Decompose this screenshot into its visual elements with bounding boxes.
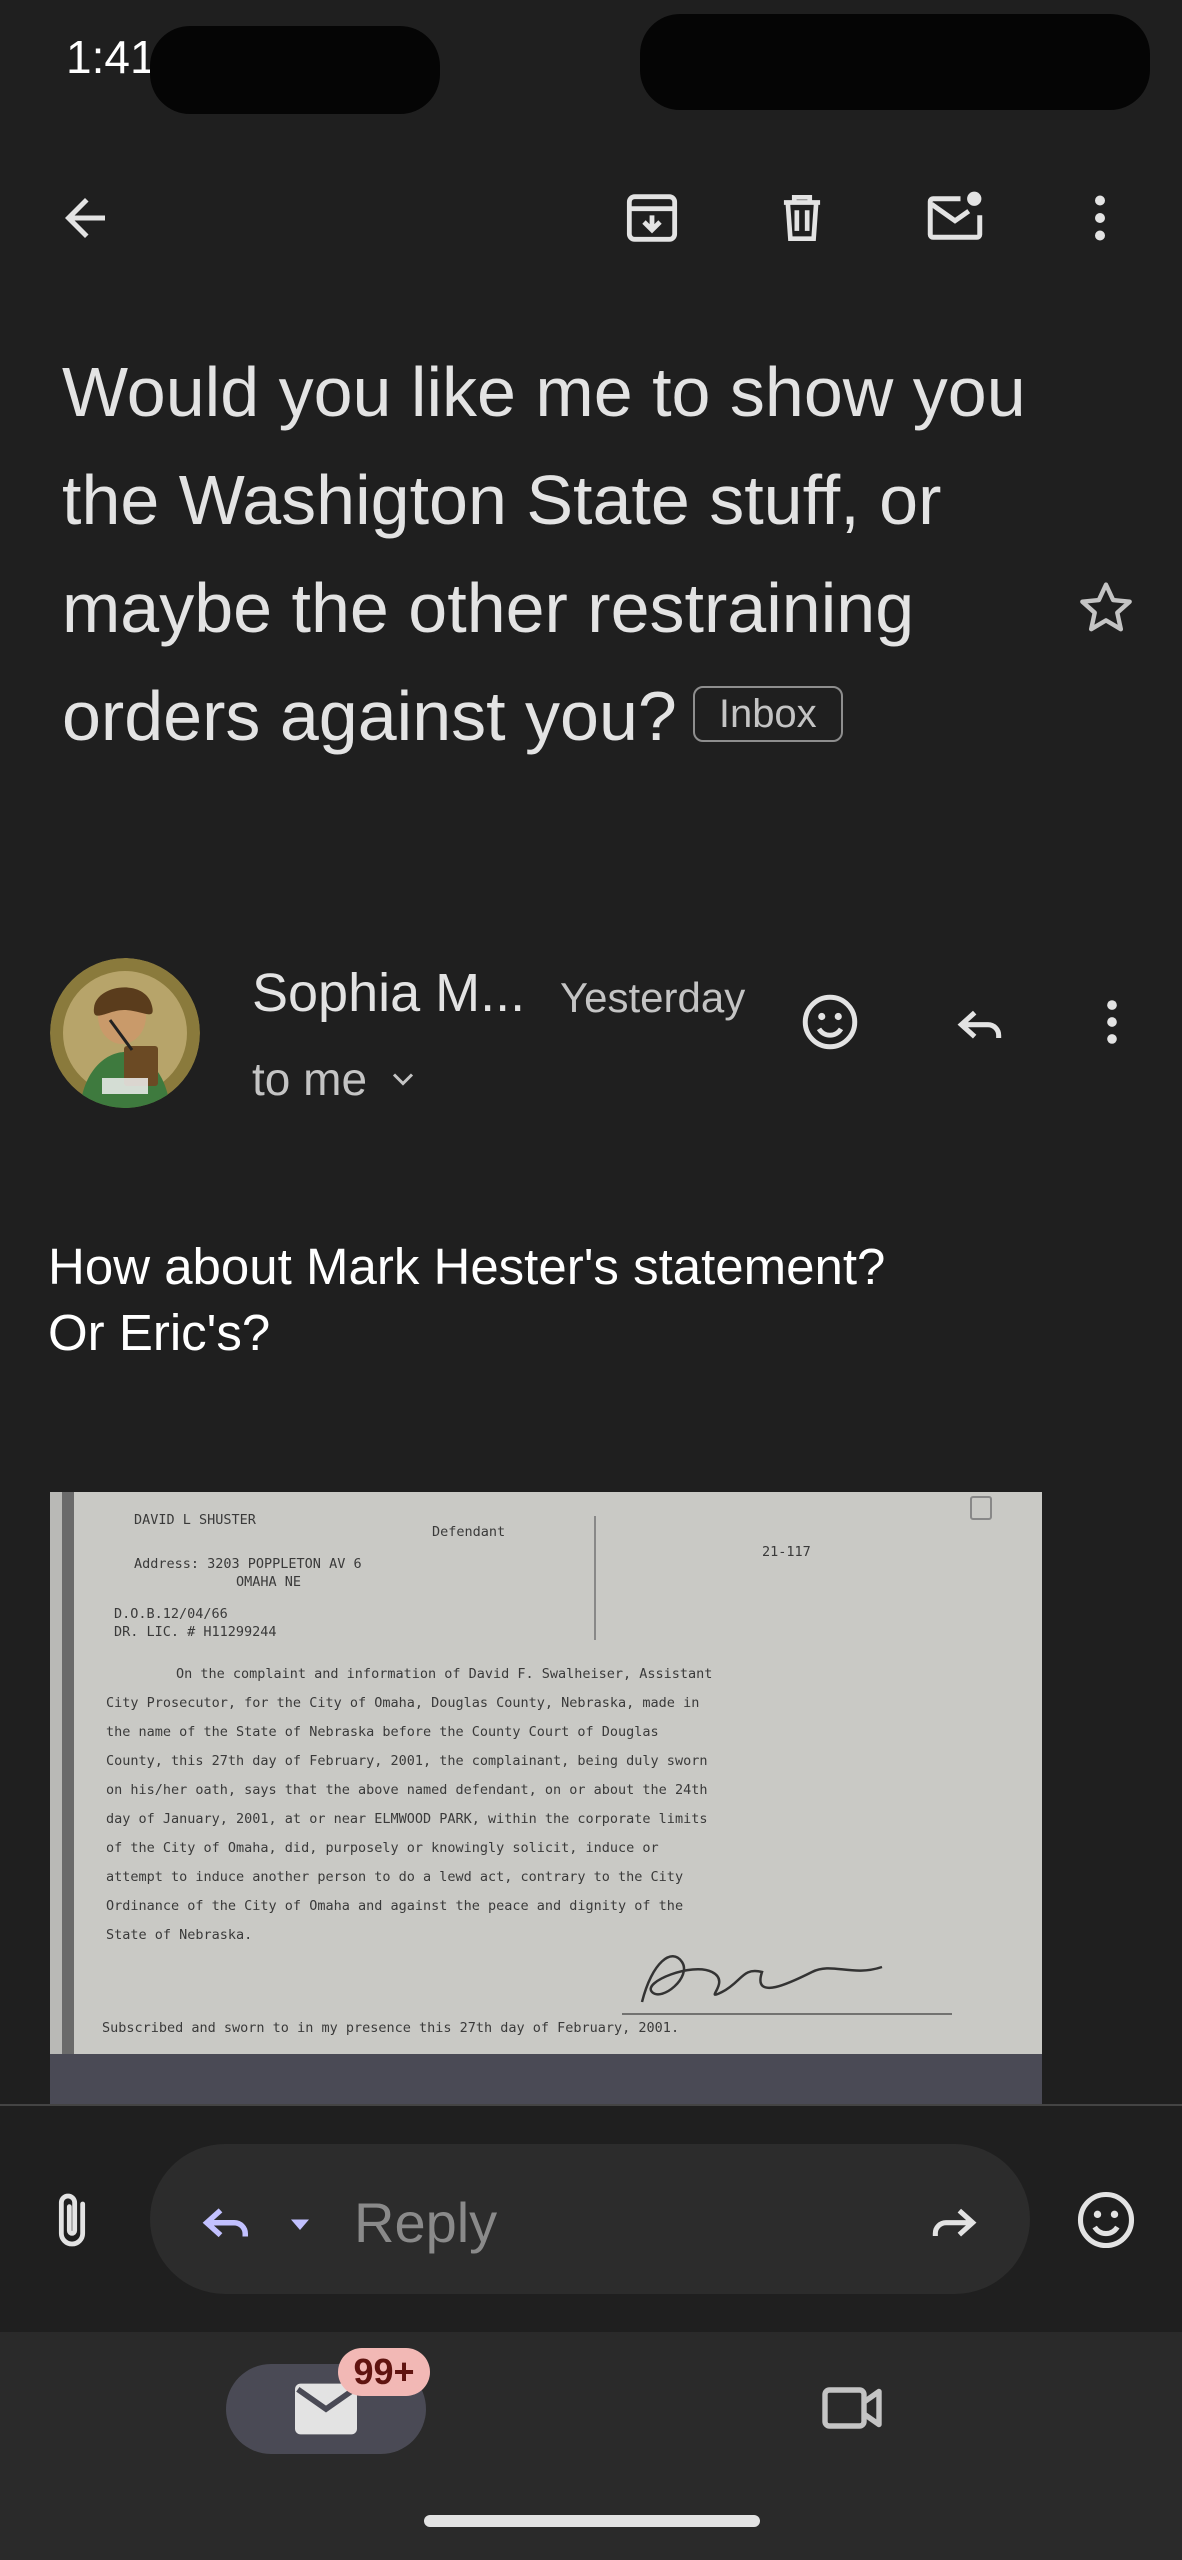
nav-meet-tab[interactable]: [812, 2368, 892, 2448]
recipients-toggle[interactable]: to me: [252, 1052, 421, 1106]
video-camera-icon: [822, 2387, 882, 2429]
paperclip-icon: [58, 2193, 86, 2247]
archive-button[interactable]: [612, 178, 692, 258]
doc-license-line: DR. LIC. # H11299244: [114, 1624, 277, 1640]
doc-line: on his/her oath, says that the above nam…: [106, 1782, 708, 1798]
unread-count-badge: 99+: [338, 2348, 430, 2396]
forward-icon: [932, 2208, 977, 2237]
divider: [0, 2104, 1182, 2106]
star-button[interactable]: [1066, 568, 1146, 648]
doc-defendant-label: Defendant: [432, 1524, 506, 1540]
reply-type-selector[interactable]: [186, 2180, 266, 2260]
doc-address-line: Address: 3203 POPPLETON AV 6: [134, 1556, 362, 1572]
doc-case-number: 21-117: [762, 1544, 811, 1560]
email-subject: Would you like me to show you the Washig…: [62, 338, 1062, 770]
reply-placeholder[interactable]: Reply: [354, 2190, 497, 2255]
emoji-icon: [1077, 2191, 1135, 2249]
doc-line: Ordinance of the City of Omaha and again…: [106, 1898, 684, 1914]
more-options-button[interactable]: [1060, 178, 1140, 258]
doc-line: day of January, 2001, at or near ELMWOOD…: [106, 1811, 708, 1827]
more-vert-icon: [1107, 1000, 1117, 1044]
mark-unread-icon: [927, 191, 983, 240]
signature-mark: [622, 1955, 952, 2015]
attachment-image[interactable]: DAVID L SHUSTER Defendant Address: 3203 …: [50, 1492, 1042, 2104]
doc-name-line: DAVID L SHUSTER: [134, 1512, 256, 1528]
reply-button[interactable]: [940, 982, 1020, 1062]
doc-city-line: OMAHA NE: [236, 1574, 302, 1590]
archive-icon: [626, 194, 678, 242]
sender-name[interactable]: Sophia M...: [252, 962, 525, 1024]
mark-unread-button[interactable]: [915, 178, 995, 258]
inbox-label-chip[interactable]: Inbox: [692, 685, 843, 742]
forward-button[interactable]: [914, 2180, 994, 2260]
doc-dob-line: D.O.B.12/04/66: [114, 1606, 228, 1622]
doc-line: On the complaint and information of Davi…: [176, 1666, 713, 1682]
subject-text: Would you like me to show you the Washig…: [62, 353, 1026, 755]
chevron-down-icon: [392, 1073, 414, 1086]
delete-button[interactable]: [762, 178, 842, 258]
doc-paragraph: On the complaint and information of Davi…: [106, 1660, 1042, 1950]
reply-icon: [202, 2208, 248, 2238]
home-indicator[interactable]: [424, 2515, 760, 2527]
doc-line: attempt to induce another person to do a…: [106, 1869, 684, 1885]
trash-icon: [783, 195, 821, 241]
more-vert-icon: [1095, 195, 1105, 241]
sent-time: Yesterday: [560, 974, 746, 1021]
arrow-left-icon: [65, 198, 105, 238]
redaction-mark: [640, 14, 1150, 110]
status-time: 1:41: [66, 31, 156, 83]
email-body: How about Mark Hester's statement? Or Er…: [48, 1234, 1128, 1366]
attach-button[interactable]: [32, 2180, 112, 2260]
doc-line: of the City of Omaha, did, purposely or …: [106, 1840, 659, 1856]
doc-sworn-line: Subscribed and sworn to in my presence t…: [102, 2020, 680, 2036]
document-photo: DAVID L SHUSTER Defendant Address: 3203 …: [62, 1492, 1042, 2104]
sender-avatar[interactable]: [50, 958, 200, 1108]
message-more-button[interactable]: [1072, 982, 1152, 1062]
emoji-reaction-button[interactable]: [1066, 2180, 1146, 2260]
attachment-footer: [50, 2054, 1042, 2104]
redaction-mark: [150, 26, 440, 114]
doc-line: the name of the State of Nebraska before…: [106, 1724, 659, 1740]
reply-icon: [957, 1010, 1002, 1039]
emoji-icon: [802, 994, 858, 1050]
back-button[interactable]: [45, 178, 125, 258]
doc-line: County, this 27th day of February, 2001,…: [106, 1753, 708, 1769]
doc-line: City Prosecutor, for the City of Omaha, …: [106, 1695, 700, 1711]
body-line: How about Mark Hester's statement?: [48, 1238, 886, 1295]
recipients-text: to me: [252, 1053, 368, 1105]
body-line: Or Eric's?: [48, 1304, 271, 1361]
caret-down-icon[interactable]: [282, 2206, 318, 2242]
react-emoji-button[interactable]: [790, 982, 870, 1062]
star-outline-icon: [1080, 582, 1132, 632]
